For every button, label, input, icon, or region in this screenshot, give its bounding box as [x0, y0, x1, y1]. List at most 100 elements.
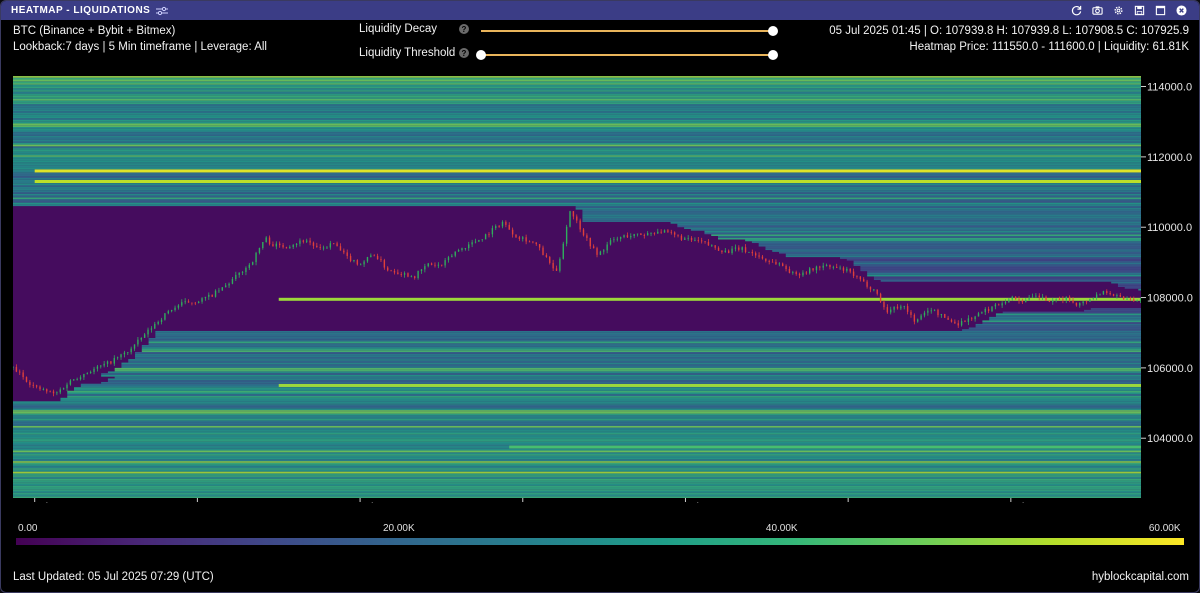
- x-tick-label: 03 Jul: [347, 502, 374, 503]
- candle-body: [59, 389, 61, 393]
- candle-body: [852, 271, 855, 276]
- maximize-icon[interactable]: [1153, 3, 1168, 18]
- camera-icon[interactable]: [1090, 3, 1105, 18]
- heatmap-band: [13, 88, 1141, 91]
- candle-body: [940, 314, 943, 316]
- heatmap-band: [13, 473, 1141, 476]
- heatmap-band: [101, 374, 1141, 377]
- heatmap-band: [711, 234, 1141, 237]
- heatmap-band: [13, 128, 1141, 131]
- candle-body: [208, 294, 210, 297]
- candle-body: [1119, 295, 1121, 297]
- candle-body: [761, 256, 764, 259]
- candle-body: [1045, 296, 1047, 301]
- heatmap-band: [13, 466, 1141, 469]
- refresh-icon[interactable]: [1069, 3, 1084, 18]
- candle-body: [278, 243, 281, 246]
- heatmap-band: [155, 336, 1141, 338]
- candle-body: [471, 242, 473, 245]
- candle-body: [474, 241, 477, 243]
- candle-body: [1133, 299, 1135, 301]
- candle-body: [366, 257, 369, 262]
- heatmap-band: [13, 469, 1141, 472]
- candle-body: [974, 316, 976, 320]
- candle-body: [572, 211, 575, 217]
- heatmap-band: [121, 366, 1141, 368]
- candle-body: [670, 231, 672, 233]
- candle-body: [815, 266, 818, 271]
- liquidity-threshold-max-handle[interactable]: [768, 50, 778, 60]
- heatmap-band: [1117, 283, 1141, 286]
- heatmap-band: [779, 251, 1141, 254]
- heatmap-band: [13, 148, 1141, 150]
- candle-body: [360, 264, 362, 266]
- heatmap-band: [13, 83, 1141, 85]
- heatmap-band: [13, 455, 1141, 458]
- gear-icon[interactable]: [1111, 3, 1126, 18]
- candle-body: [923, 312, 926, 316]
- heatmap-band: [148, 337, 1141, 340]
- candle-body: [700, 240, 703, 242]
- candle-body: [120, 354, 122, 358]
- candle-body: [508, 224, 510, 230]
- candle-body: [116, 357, 119, 359]
- heatmap-band: [13, 429, 1141, 432]
- heatmap-band: [989, 316, 1141, 319]
- liquidity-level: [278, 383, 1141, 387]
- candle-body: [289, 246, 291, 249]
- heatmap-band: [13, 404, 1141, 407]
- heatmap-band: [13, 126, 1141, 129]
- close-icon[interactable]: [1174, 3, 1189, 18]
- heatmap-band: [13, 420, 1141, 423]
- liquidity-threshold-slider[interactable]: [481, 54, 773, 56]
- candle-body: [184, 301, 186, 303]
- heatmap-band: [853, 260, 1141, 263]
- brand-link[interactable]: hyblockcapital.com: [1092, 571, 1189, 583]
- heatmap-band: [13, 97, 1141, 99]
- candle-body: [79, 377, 82, 380]
- heatmap-band: [101, 373, 1141, 375]
- heatmap-band: [13, 167, 1141, 170]
- liquidity-threshold-min-handle[interactable]: [476, 50, 486, 60]
- candle-body: [32, 384, 34, 386]
- candle-body: [427, 263, 429, 267]
- heatmap-band: [995, 315, 1141, 317]
- candle-body: [731, 248, 733, 254]
- heatmap-band: [67, 392, 1141, 395]
- candle-body: [933, 309, 936, 311]
- candle-body: [603, 250, 605, 252]
- candle-body: [35, 385, 38, 387]
- heatmap-band: [74, 387, 1141, 389]
- y-tick-label: 104000.0: [1147, 433, 1193, 445]
- liquidity-level: [34, 169, 1141, 173]
- candle-body: [140, 337, 142, 340]
- heatmap-band: [13, 151, 1141, 154]
- candle-body: [660, 231, 662, 233]
- heatmap-band: [684, 227, 1141, 229]
- heatmap-band: [13, 135, 1141, 138]
- heatmap-band: [13, 130, 1141, 133]
- heatmap-band: [13, 114, 1141, 117]
- help-icon[interactable]: ?: [459, 48, 469, 58]
- candle-body: [133, 344, 136, 349]
- candle-body: [680, 235, 683, 240]
- candle-body: [326, 247, 328, 249]
- liquidity-decay-slider[interactable]: [481, 30, 773, 32]
- heatmap-band: [13, 413, 1141, 416]
- heatmap-band: [13, 417, 1141, 419]
- tune-icon[interactable]: [156, 6, 169, 16]
- save-icon[interactable]: [1132, 3, 1147, 18]
- heatmap-band: [867, 274, 1141, 277]
- liquidity-decay-handle[interactable]: [768, 26, 778, 36]
- candle-body: [333, 243, 335, 245]
- candle-body: [390, 270, 392, 272]
- candle-body: [555, 268, 558, 271]
- heatmap-band: [67, 390, 1141, 393]
- heatmap-band: [13, 123, 1141, 126]
- candle-body: [883, 301, 885, 308]
- candle-body: [387, 267, 389, 271]
- heatmap-band: [13, 77, 1141, 80]
- heatmap-band: [582, 214, 1141, 217]
- liquidation-heatmap-chart[interactable]: 114000.0 112000.0 110000.0 108000.0 106000.0…: [1, 71, 1200, 503]
- help-icon[interactable]: ?: [459, 24, 469, 34]
